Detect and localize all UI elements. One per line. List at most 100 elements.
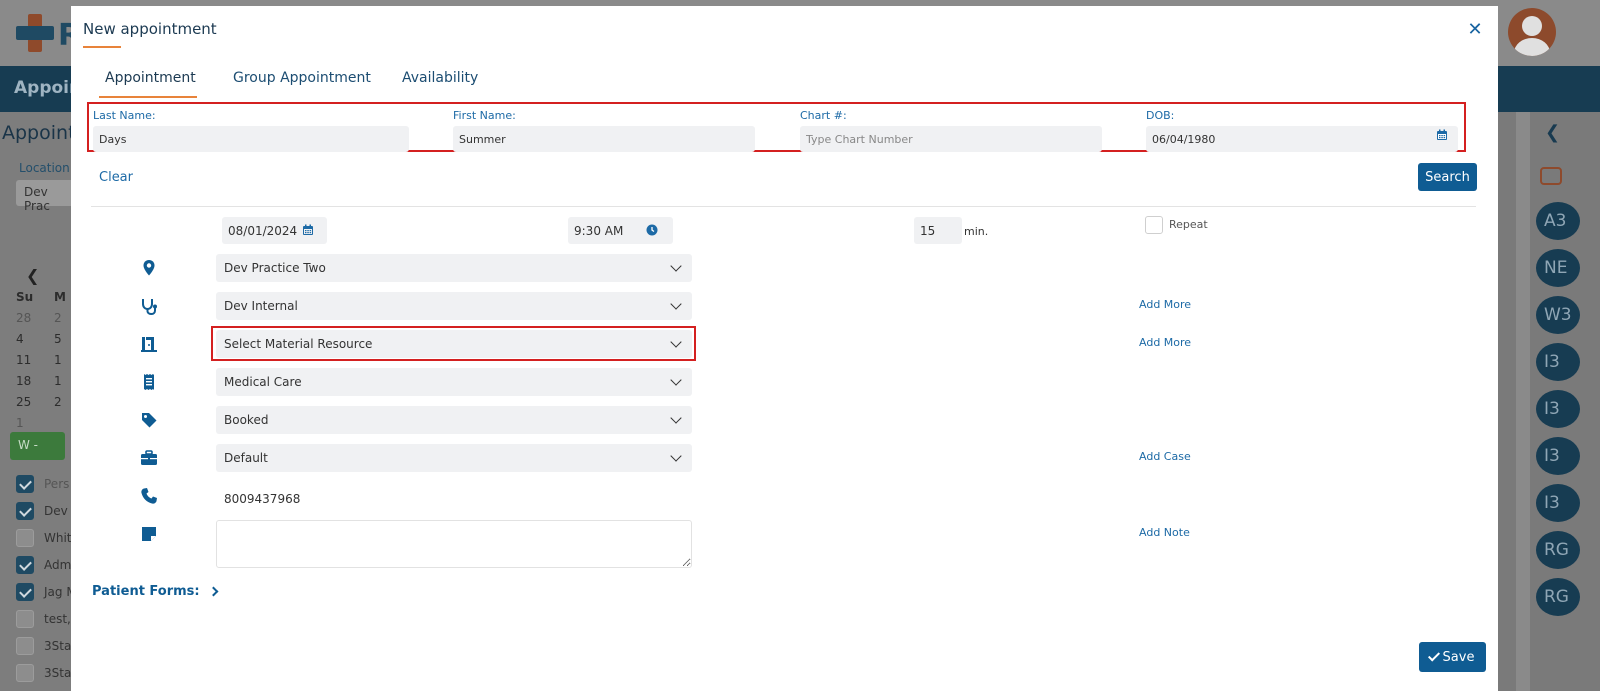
provider-select[interactable]: Dev Internal [216,292,692,320]
date-picker[interactable]: 08/01/2024 [222,217,327,244]
sticky-note-icon [142,527,156,541]
scrollbar[interactable] [1516,112,1530,691]
duration-input[interactable]: 15 [914,217,962,244]
calendar-day[interactable]: 25 [16,395,54,409]
chat-icon[interactable] [1540,167,1562,185]
dob-group: DOB: [1146,104,1458,152]
checkbox[interactable] [16,636,34,655]
dob-label: DOB: [1146,109,1175,122]
calendar-day[interactable]: 4 [16,332,54,346]
time-value: 9:30 AM [574,223,624,238]
checkbox[interactable] [16,501,34,520]
briefcase-icon [141,450,157,465]
phone-number: 8009437968 [224,492,301,506]
user-badge[interactable]: RG [1536,578,1580,616]
collapse-panel-icon[interactable]: ❮ [1545,122,1560,143]
calendar-day[interactable]: 18 [16,374,54,388]
location-label: Location [19,161,70,175]
calendar-day[interactable]: 11 [16,353,54,367]
calendar-week: 25 2 [16,395,66,416]
last-name-label: Last Name: [93,109,156,122]
phone-icon [141,488,157,504]
status-select-value: Booked [224,413,269,427]
calendar-day[interactable]: 28 [16,311,54,325]
user-badge[interactable]: I3 [1536,343,1580,381]
add-more-resource-link[interactable]: Add More [1139,336,1191,349]
divider [91,206,1476,207]
user-badge[interactable]: I3 [1536,437,1580,475]
calendar-day[interactable]: 1 [54,353,62,367]
location-pin-icon [143,260,155,276]
chevron-down-icon [670,450,682,462]
checkbox[interactable] [16,555,34,574]
date-value: 08/01/2024 [228,223,298,238]
search-button[interactable]: Search [1418,163,1477,191]
add-case-link[interactable]: Add Case [1139,450,1191,463]
calendar-header: Su M [16,290,66,311]
location-select[interactable]: Dev Practice Two [216,254,692,282]
checkbox[interactable] [16,609,34,628]
calendar-day[interactable]: 1 [16,416,54,430]
add-more-provider-link[interactable]: Add More [1139,298,1191,311]
time-picker[interactable]: 9:30 AM [568,217,673,244]
title-underline [83,46,121,48]
calendar-prev-icon[interactable]: ❮ [26,266,39,285]
repeat-checkbox[interactable] [1145,216,1163,234]
note-textarea[interactable] [216,520,692,568]
calendar-week: 11 1 [16,353,66,374]
user-badge[interactable]: A3 [1536,202,1580,240]
checkbox[interactable] [16,582,34,601]
active-tab-underline [99,96,197,98]
door-icon [141,337,157,352]
list-item-label: Pers [44,476,70,491]
chart-number-input[interactable] [800,126,1102,152]
tab-group-appointment[interactable]: Group Appointment [233,70,371,86]
user-avatar[interactable] [1508,8,1556,56]
clear-link[interactable]: Clear [99,170,133,185]
provider-select-value: Dev Internal [224,299,298,313]
status-select[interactable]: Booked [216,406,692,434]
user-badge[interactable]: I3 [1536,390,1580,428]
checkbox[interactable] [16,528,34,547]
checkbox[interactable] [16,474,34,493]
view-toggle-button[interactable]: W - [10,432,65,460]
calendar-day[interactable]: 5 [54,332,62,346]
first-name-input[interactable] [453,126,755,152]
patient-search-box: Last Name: First Name: Chart #: DOB: [87,102,1466,152]
case-select[interactable]: Default [216,444,692,472]
close-icon[interactable]: ✕ [1465,20,1485,40]
location-select[interactable]: Dev Prac [16,180,76,213]
calendar-day[interactable]: 2 [54,395,62,409]
calendar-week: 28 2 [16,311,66,332]
add-note-link[interactable]: Add Note [1139,526,1190,539]
calendar-icon[interactable] [1436,129,1448,141]
tab-appointment[interactable]: Appointment [105,70,196,86]
calendar-day[interactable]: 1 [54,374,62,388]
material-resource-select[interactable]: Select Material Resource [216,330,692,358]
checkbox[interactable] [16,663,34,682]
calendar-day[interactable]: 2 [54,311,62,325]
chevron-down-icon [670,298,682,310]
chevron-right-icon [208,586,219,597]
save-button[interactable]: Save [1419,642,1486,672]
receipt-icon [144,374,154,390]
dob-input[interactable] [1146,126,1458,152]
first-name-label: First Name: [453,109,516,122]
last-name-input[interactable] [93,126,409,152]
user-badge[interactable]: W3 [1536,296,1580,334]
tab-availability[interactable]: Availability [402,70,478,86]
user-badge[interactable]: NE [1536,249,1580,287]
user-badge[interactable]: RG [1536,531,1580,569]
save-label: Save [1442,649,1475,665]
calendar-day-header: Su [16,290,34,304]
location-select-value: Dev Practice Two [224,261,326,275]
last-name-group: Last Name: [93,104,409,152]
duration-unit: min. [964,225,989,238]
user-badge[interactable]: I3 [1536,484,1580,522]
calendar-day-header: M [54,290,66,304]
tag-icon [142,413,157,428]
calendar-week: 45 [16,332,66,353]
appointment-type-select[interactable]: Medical Care [216,368,692,396]
appointment-type-select-value: Medical Care [224,375,302,389]
patient-forms-toggle[interactable]: Patient Forms: [92,584,219,599]
